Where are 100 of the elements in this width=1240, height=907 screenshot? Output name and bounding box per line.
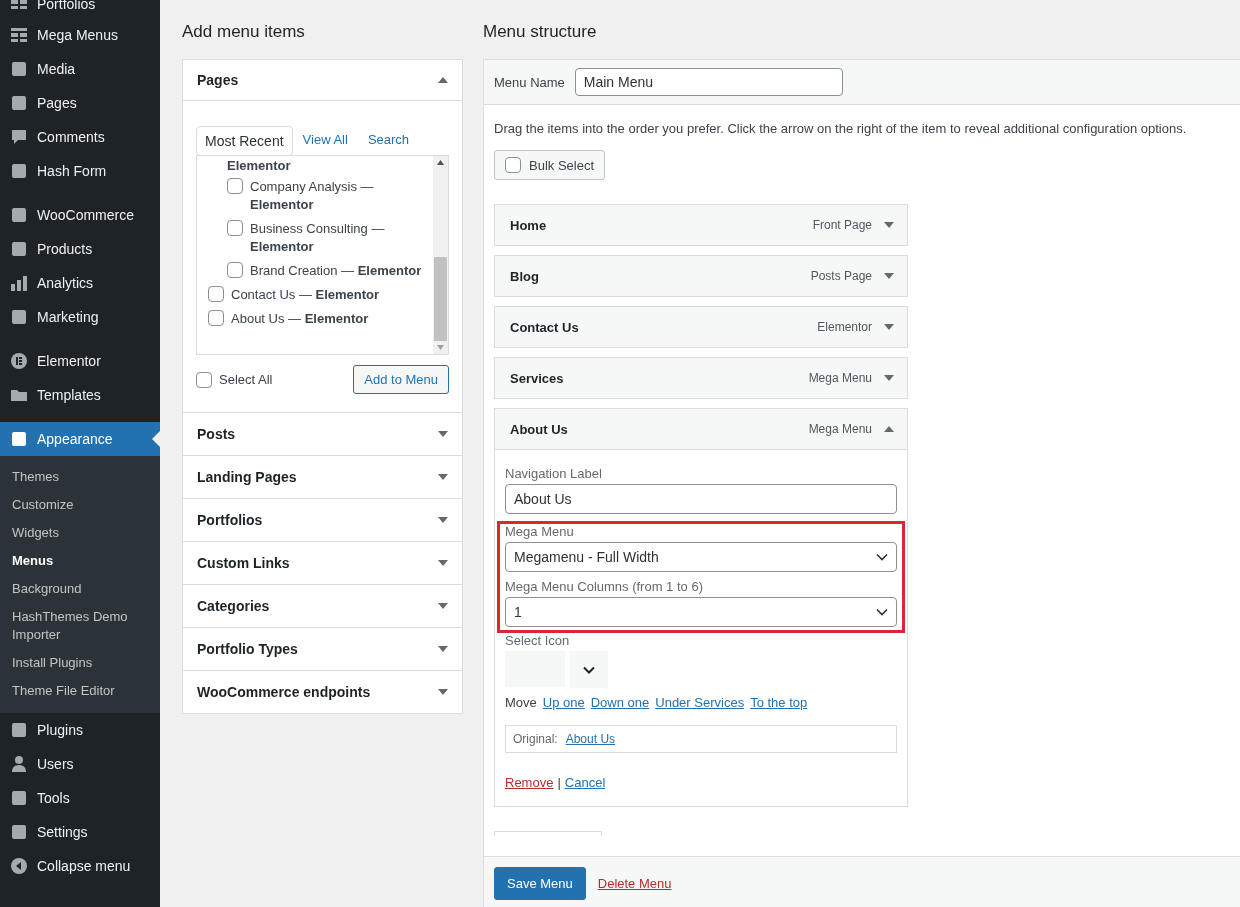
tab[interactable]: Most Recent	[196, 126, 293, 156]
page-label: Business Consulting — Elementor	[250, 220, 386, 256]
sidebar-item[interactable]: Mega Menus	[0, 18, 160, 52]
remove-link[interactable]: Remove	[505, 775, 554, 790]
sidebar-item[interactable]: Hash Form	[0, 154, 160, 188]
move-label: Move	[505, 695, 537, 710]
icon-dropdown-button[interactable]	[570, 651, 608, 688]
checkbox[interactable]	[196, 371, 212, 388]
checkbox[interactable]	[227, 220, 243, 236]
add-to-menu-button[interactable]: Add to Menu	[353, 365, 449, 394]
menu-item-bar[interactable]: Home Front Page	[494, 204, 908, 246]
scrollbar-thumb[interactable]	[434, 257, 447, 341]
submenu-item[interactable]: Background	[0, 575, 160, 603]
accordion-header[interactable]: Custom Links	[183, 542, 462, 584]
sidebar-item[interactable]: Settings	[0, 815, 160, 849]
submenu-item[interactable]: Install Plugins	[0, 649, 160, 677]
accordion-header[interactable]: WooCommerce endpoints	[183, 671, 462, 713]
expand-arrow-icon[interactable]	[884, 273, 894, 279]
submenu-item[interactable]: HashThemes Demo Importer	[0, 603, 160, 649]
sidebar-item[interactable]: Templates	[0, 378, 160, 412]
dropdown[interactable]: 1	[505, 597, 897, 627]
accordion-header[interactable]: Landing Pages	[183, 456, 462, 498]
checkbox[interactable]	[227, 178, 243, 194]
link-separator: |	[557, 775, 561, 790]
move-link[interactable]: Under Services	[655, 695, 745, 710]
field-label: Mega Menu	[505, 524, 575, 539]
move-link[interactable]: Up one	[542, 695, 585, 710]
expand-arrow-icon[interactable]	[884, 375, 894, 381]
expand-arrow-icon	[438, 689, 448, 695]
cancel-link[interactable]: Cancel	[564, 775, 606, 790]
sidebar-item[interactable]: Comments	[0, 120, 160, 154]
page-label: About Us — Elementor	[231, 310, 369, 328]
collapse-arrow-icon	[438, 77, 448, 83]
current-page-pointer	[152, 431, 160, 447]
expand-arrow-icon	[438, 560, 448, 566]
submenu-item[interactable]: Customize	[0, 491, 160, 519]
accordion-header[interactable]: Categories	[183, 585, 462, 627]
submenu-item[interactable]: Widgets	[0, 519, 160, 547]
expand-arrow-icon	[438, 517, 448, 523]
page-label: Contact Us — Elementor	[231, 286, 380, 304]
sidebar-item[interactable]: Elementor	[0, 344, 160, 378]
tab[interactable]: Search	[357, 126, 420, 155]
chevron-down-icon	[876, 608, 888, 616]
menu-item-type: Elementor	[817, 320, 872, 334]
expand-arrow-icon	[438, 431, 448, 437]
sidebar-item[interactable]: Pages	[0, 86, 160, 120]
circle-e-icon	[9, 351, 29, 371]
original-link[interactable]: About Us	[565, 732, 616, 746]
move-link[interactable]: Down one	[590, 695, 650, 710]
checkbox[interactable]	[227, 262, 243, 278]
submenu-item[interactable]: Themes	[0, 463, 160, 491]
collapse-icon	[9, 856, 29, 876]
navigation-label-field[interactable]: About Us	[505, 484, 897, 514]
menu-item-type: Posts Page	[810, 269, 872, 283]
menu-item-bar[interactable]: Contact Us Elementor	[494, 306, 908, 348]
bar-chart-icon	[9, 273, 29, 293]
sidebar-item[interactable]: WooCommerce	[0, 198, 160, 232]
dropdown[interactable]: Megamenu - Full Width	[505, 542, 897, 572]
accordion-header[interactable]: Pages	[183, 60, 462, 101]
sidebar-item[interactable]: Plugins	[0, 713, 160, 747]
sidebar-item[interactable]: Media	[0, 52, 160, 86]
menu-item-title: Home	[510, 217, 548, 233]
menu-item-bar[interactable]: Services Mega Menu	[494, 357, 908, 399]
field-label: Mega Menu Columns (from 1 to 6)	[505, 579, 704, 594]
submenu-item[interactable]: Menus	[0, 547, 160, 575]
sidebar-item[interactable]: Collapse menu	[0, 849, 160, 883]
collapse-arrow-icon[interactable]	[884, 426, 894, 432]
scroll-down-icon[interactable]	[437, 345, 444, 350]
sidebar-item[interactable]: Users	[0, 747, 160, 781]
accordion-header[interactable]: Portfolios	[183, 499, 462, 541]
page-label: Brand Creation — Elementor	[250, 262, 422, 280]
scrollbar[interactable]	[433, 156, 448, 354]
sidebar-item[interactable]: Marketing	[0, 300, 160, 334]
page-label: Company Analysis — Elementor	[250, 178, 375, 214]
bulk-select-button[interactable]: Bulk Select	[494, 150, 606, 180]
accordion-header[interactable]: Portfolio Types	[183, 628, 462, 670]
checkbox[interactable]	[208, 286, 224, 302]
tab[interactable]: View All	[292, 126, 358, 155]
section-heading: Add menu items	[182, 22, 306, 42]
page-label: Elementor	[226, 157, 292, 175]
expand-arrow-icon[interactable]	[884, 324, 894, 330]
save-menu-button[interactable]: Save Menu	[494, 867, 586, 900]
sidebar-item[interactable]: Tools	[0, 781, 160, 815]
menu-name-field[interactable]: Main Menu	[574, 68, 843, 96]
sidebar-item[interactable]: Appearance	[0, 422, 160, 456]
menu-item-bar[interactable]: Blog Posts Page	[494, 255, 908, 297]
section-heading: Menu structure	[483, 22, 598, 42]
original-label: Original:	[513, 732, 558, 746]
checkbox[interactable]	[208, 310, 224, 326]
move-link[interactable]: To the top	[750, 695, 808, 710]
instructions-text: Drag the items into the order you prefer. Click the arrow on the right of the item to reveal additional configuration options.	[494, 121, 1188, 136]
chevron-down-icon	[876, 553, 888, 561]
submenu-item[interactable]: Theme File Editor	[0, 677, 160, 705]
accordion-header[interactable]: Posts	[183, 413, 462, 455]
sidebar-item[interactable]: Analytics	[0, 266, 160, 300]
menu-item-bar[interactable]: About Us Mega Menu	[494, 408, 908, 450]
expand-arrow-icon[interactable]	[884, 222, 894, 228]
sidebar-item[interactable]: Products	[0, 232, 160, 266]
scroll-up-icon[interactable]	[437, 160, 444, 165]
delete-menu-link[interactable]: Delete Menu	[597, 876, 672, 891]
